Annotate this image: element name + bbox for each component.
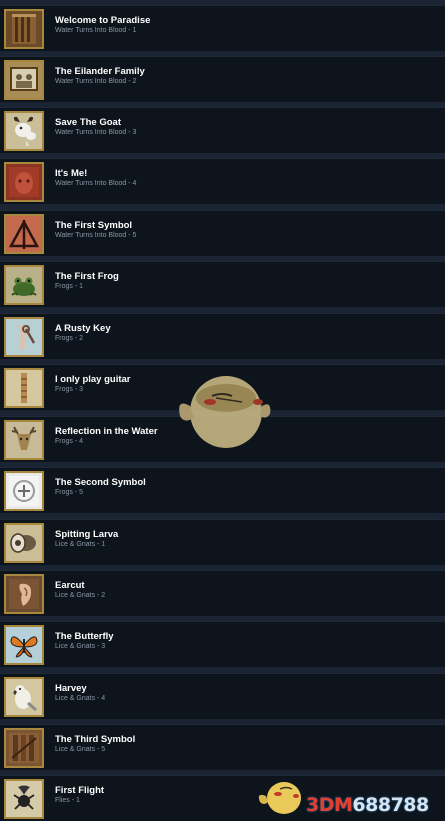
- achievement-row[interactable]: The Butterfly Lice & Gnats - 3: [0, 621, 445, 667]
- achievement-chapter: Lice & Gnats - 3: [55, 643, 106, 650]
- achievement-title: Welcome to Paradise: [55, 15, 151, 26]
- achievement-chapter: Water Turns Into Blood - 1: [55, 27, 137, 34]
- third-symbol-icon: [4, 728, 44, 768]
- achievement-chapter: Lice & Gnats - 4: [55, 695, 106, 702]
- achievement-title: I only play guitar: [55, 374, 131, 385]
- achievement-title: It's Me!: [55, 168, 88, 179]
- achievement-chapter: Frogs - 4: [55, 438, 84, 445]
- achievement-chapter: Flies - 1: [55, 797, 80, 804]
- achievement-row[interactable]: The Second Symbol Frogs - 5: [0, 467, 445, 513]
- achievement-row[interactable]: Harvey Lice & Gnats - 4: [0, 673, 445, 719]
- achievement-title: The First Frog: [55, 271, 119, 282]
- guitar-neck-icon: [4, 368, 44, 408]
- achievement-row[interactable]: The Third Symbol Lice & Gnats - 5: [0, 724, 445, 770]
- achievement-title: Spitting Larva: [55, 529, 119, 540]
- achievement-title: Save The Goat: [55, 117, 121, 128]
- achievement-title: The Second Symbol: [55, 477, 146, 488]
- family-portrait-icon: [4, 60, 44, 100]
- rusty-key-icon: [4, 317, 44, 357]
- achievement-chapter: Frogs - 2: [55, 335, 84, 342]
- achievement-chapter: Frogs - 3: [55, 386, 84, 393]
- achievement-row[interactable]: The First Frog Frogs - 1: [0, 261, 445, 307]
- achievement-title: First Flight: [55, 785, 105, 796]
- achievement-chapter: Lice & Gnats - 5: [55, 746, 106, 753]
- goat-icon: [4, 111, 44, 151]
- parrot-icon: [4, 677, 44, 717]
- achievement-title: The First Symbol: [55, 220, 133, 231]
- deer-head-icon: [4, 420, 44, 460]
- achievement-row[interactable]: It's Me! Water Turns Into Blood - 4: [0, 158, 445, 204]
- achievement-chapter: Water Turns Into Blood - 5: [55, 232, 137, 239]
- second-symbol-icon: [4, 471, 44, 511]
- achievement-title: Harvey: [55, 683, 87, 694]
- achievement-chapter: Frogs - 5: [55, 489, 84, 496]
- achievement-row[interactable]: Save The Goat Water Turns Into Blood - 3: [0, 107, 445, 153]
- achievement-title: A Rusty Key: [55, 323, 111, 334]
- achievement-chapter: Lice & Gnats - 2: [55, 592, 106, 599]
- achievement-title: The Eilander Family: [55, 66, 145, 77]
- achievement-title: The Third Symbol: [55, 734, 136, 745]
- achievement-chapter: Water Turns Into Blood - 4: [55, 180, 137, 187]
- achievement-row[interactable]: Earcut Lice & Gnats - 2: [0, 570, 445, 616]
- achievement-row[interactable]: The First Symbol Water Turns Into Blood …: [0, 210, 445, 256]
- achievement-chapter: Lice & Gnats - 1: [55, 541, 106, 548]
- achievement-chapter: Water Turns Into Blood - 3: [55, 129, 137, 136]
- achievement-row[interactable]: The Eilander Family Water Turns Into Blo…: [0, 56, 445, 102]
- wooden-door-icon: [4, 9, 44, 49]
- bloody-face-icon: [4, 162, 44, 202]
- achievement-row[interactable]: Spitting Larva Lice & Gnats - 1: [0, 519, 445, 565]
- fly-icon: [4, 779, 44, 819]
- achievement-row[interactable]: Reflection in the Water Frogs - 4: [0, 416, 445, 462]
- achievement-row[interactable]: First Flight Flies - 1: [0, 775, 445, 821]
- achievement-title: The Butterfly: [55, 631, 114, 642]
- larva-icon: [4, 523, 44, 563]
- butterfly-icon: [4, 625, 44, 665]
- ear-icon: [4, 574, 44, 614]
- achievement-row[interactable]: Welcome to Paradise Water Turns Into Blo…: [0, 5, 445, 51]
- achievement-chapter: Frogs - 1: [55, 283, 84, 290]
- achievement-title: Earcut: [55, 580, 85, 591]
- achievement-chapter: Water Turns Into Blood - 2: [55, 78, 137, 85]
- achievement-title: Reflection in the Water: [55, 426, 158, 437]
- achievement-row[interactable]: I only play guitar Frogs - 3: [0, 364, 445, 410]
- first-symbol-icon: [4, 214, 44, 254]
- achievement-row[interactable]: A Rusty Key Frogs - 2: [0, 313, 445, 359]
- frog-icon: [4, 265, 44, 305]
